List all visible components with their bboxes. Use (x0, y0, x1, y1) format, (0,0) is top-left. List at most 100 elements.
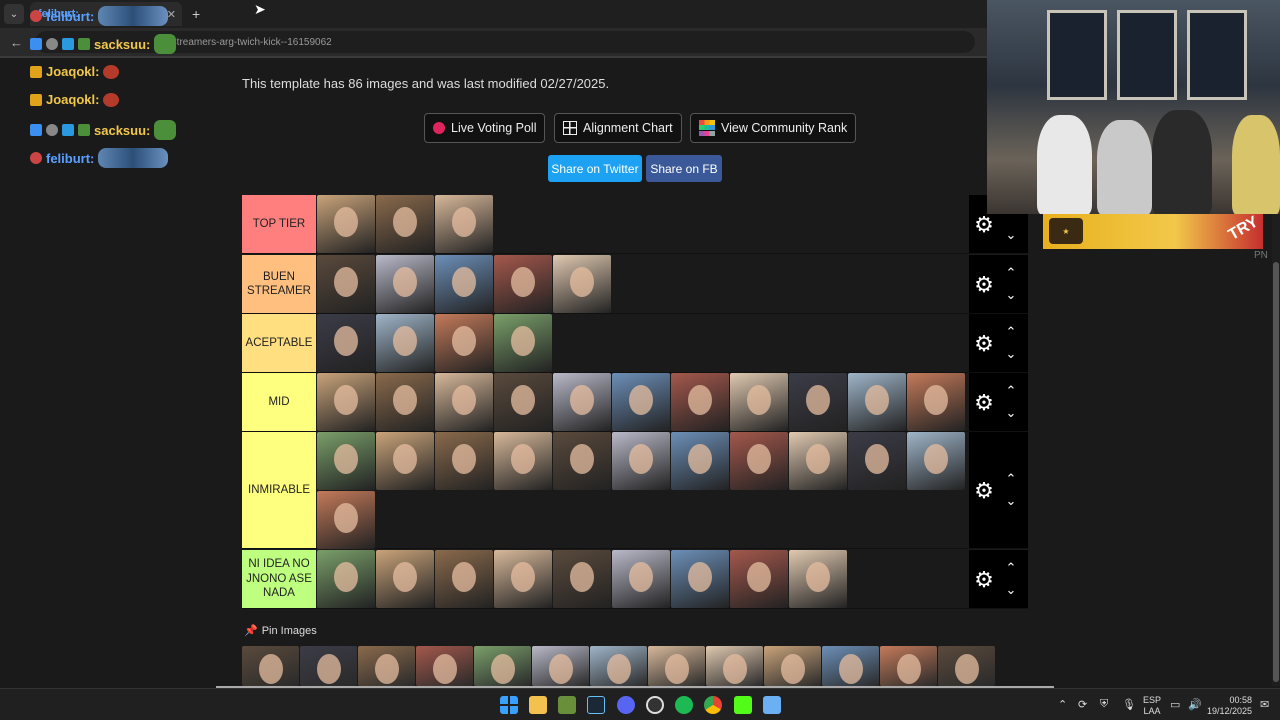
chevron-up-icon[interactable]: ⌃ (1003, 266, 1019, 279)
tab-search-button[interactable]: ⌄ (4, 4, 24, 24)
streamer-image[interactable] (376, 314, 434, 372)
obs-icon[interactable] (646, 696, 664, 714)
streamer-image[interactable] (494, 373, 552, 431)
streamer-image[interactable] (435, 314, 493, 372)
streamer-image[interactable] (300, 646, 357, 686)
gear-icon[interactable]: ⚙ (973, 479, 995, 502)
streamer-image[interactable] (435, 255, 493, 313)
vertical-scrollbar-thumb[interactable] (1273, 262, 1279, 682)
streamer-image[interactable] (435, 195, 493, 253)
streamer-image[interactable] (435, 373, 493, 431)
streamer-image[interactable] (553, 432, 611, 490)
streamer-image[interactable] (671, 432, 729, 490)
microphone-icon[interactable]: 🎙 (1122, 698, 1136, 711)
streamer-image[interactable] (730, 432, 788, 490)
chevron-up-icon[interactable]: ⌃ (1003, 472, 1019, 485)
gear-icon[interactable]: ⚙ (973, 213, 995, 236)
back-arrow-icon[interactable]: ← (10, 35, 23, 50)
gear-icon[interactable]: ⚙ (973, 332, 995, 355)
streamer-image[interactable] (789, 432, 847, 490)
streamer-image[interactable] (494, 255, 552, 313)
streamer-image[interactable] (612, 432, 670, 490)
streamer-image[interactable] (317, 550, 375, 608)
streamer-image[interactable] (376, 255, 434, 313)
streamer-image[interactable] (474, 646, 531, 686)
streamer-image[interactable] (789, 550, 847, 608)
shield-icon[interactable]: ⛨ (1100, 698, 1108, 711)
app-icon[interactable] (558, 696, 576, 714)
chevron-down-icon[interactable]: ⌄ (1003, 347, 1019, 360)
streamer-image[interactable] (730, 373, 788, 431)
streamer-image[interactable] (848, 373, 906, 431)
tier-label[interactable]: ACEPTABLE (242, 314, 316, 372)
kick-icon[interactable] (734, 696, 752, 714)
share-fb-button[interactable]: Share on FB (646, 155, 722, 182)
volume-icon[interactable]: 🔊 (1188, 698, 1202, 711)
streamer-image[interactable] (376, 550, 434, 608)
gear-icon[interactable]: ⚙ (973, 273, 995, 296)
streamer-image[interactable] (671, 373, 729, 431)
ad-banner[interactable]: ★ TRY (1043, 213, 1263, 249)
chevron-up-icon[interactable]: ⌃ (1003, 384, 1019, 397)
tier-label[interactable]: INMIRABLE (242, 432, 316, 548)
chevron-down-icon[interactable]: ⌄ (1003, 583, 1019, 596)
chevron-down-icon[interactable]: ⌄ (1003, 494, 1019, 507)
alignment-chart-button[interactable]: Alignment Chart (554, 113, 682, 143)
share-twitter-button[interactable]: Share on Twitter (548, 155, 642, 182)
tier-label[interactable]: MID (242, 373, 316, 431)
live-voting-poll-button[interactable]: Live Voting Poll (424, 113, 546, 143)
streamer-image[interactable] (494, 550, 552, 608)
steam-icon[interactable] (587, 696, 605, 714)
streamer-image[interactable] (435, 550, 493, 608)
chrome-icon[interactable] (704, 696, 722, 714)
streamer-image[interactable] (553, 255, 611, 313)
chevron-down-icon[interactable]: ⌄ (1003, 406, 1019, 419)
tier-label[interactable]: NI IDEA NO JNONO ASE NADA (242, 550, 316, 608)
clock[interactable]: 00:58 19/12/2025 (1206, 695, 1252, 717)
file-explorer-icon[interactable] (529, 696, 547, 714)
streamer-image[interactable] (317, 195, 375, 253)
streamer-image[interactable] (848, 432, 906, 490)
streamer-image[interactable] (435, 432, 493, 490)
gear-icon[interactable]: ⚙ (973, 391, 995, 414)
streamer-image[interactable] (612, 550, 670, 608)
streamer-image[interactable] (376, 195, 434, 253)
tier-label[interactable]: TOP TIER (242, 195, 316, 253)
community-rank-button[interactable]: View Community Rank (690, 113, 857, 143)
language-indicator[interactable]: ESP LAA (1142, 695, 1162, 717)
pin-images-toggle[interactable]: 📌 Pin Images (244, 624, 317, 637)
streamer-image[interactable] (317, 255, 375, 313)
streamer-image[interactable] (938, 646, 995, 686)
spotify-icon[interactable] (675, 696, 693, 714)
chevron-down-icon[interactable]: ⌄ (1003, 228, 1019, 241)
streamer-image[interactable] (494, 432, 552, 490)
streamer-image[interactable] (317, 491, 375, 549)
streamer-image[interactable] (494, 314, 552, 372)
tier-label[interactable]: BUEN STREAMER (242, 255, 316, 313)
streamer-image[interactable] (671, 550, 729, 608)
chevron-down-icon[interactable]: ⌄ (1003, 288, 1019, 301)
streamer-image[interactable] (317, 314, 375, 372)
gear-icon[interactable]: ⚙ (973, 568, 995, 591)
chevron-up-icon[interactable]: ⌃ (1003, 325, 1019, 338)
chevron-up-icon[interactable]: ⌃ (1003, 561, 1019, 574)
streamer-image[interactable] (553, 373, 611, 431)
chevron-up-icon[interactable]: ⌃ (1058, 698, 1067, 711)
streamer-image[interactable] (376, 373, 434, 431)
streamer-image[interactable] (648, 646, 705, 686)
streamer-image[interactable] (907, 373, 965, 431)
streamer-image[interactable] (553, 550, 611, 608)
streamer-image[interactable] (706, 646, 763, 686)
streamer-image[interactable] (907, 432, 965, 490)
streamer-image[interactable] (822, 646, 879, 686)
streamer-image[interactable] (317, 432, 375, 490)
streamer-image[interactable] (376, 432, 434, 490)
notepad-icon[interactable] (763, 696, 781, 714)
streamer-image[interactable] (764, 646, 821, 686)
streamer-image[interactable] (358, 646, 415, 686)
streamer-image[interactable] (730, 550, 788, 608)
streamer-image[interactable] (532, 646, 589, 686)
streamer-image[interactable] (242, 646, 299, 686)
streamer-image[interactable] (789, 373, 847, 431)
notification-icon[interactable]: ✉ (1260, 698, 1269, 711)
